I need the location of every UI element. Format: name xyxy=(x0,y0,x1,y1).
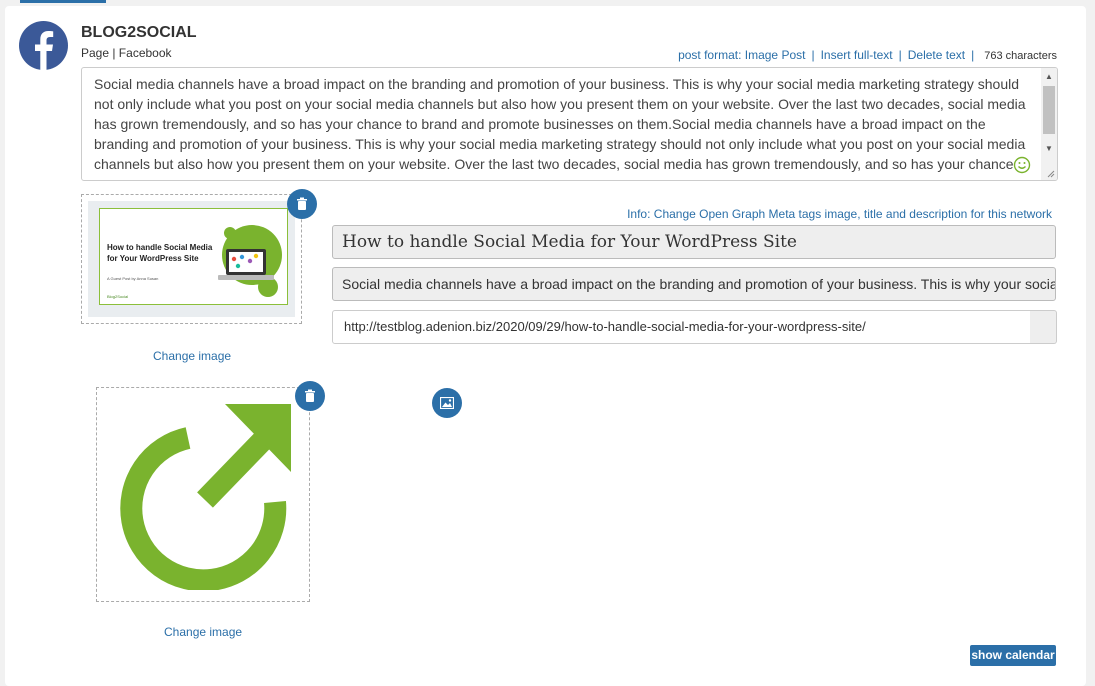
thumbnail-byline: A Guest Post by Anna Susan xyxy=(107,276,159,281)
separator: | xyxy=(971,48,975,62)
post-image-frame xyxy=(96,387,310,602)
post-format-link[interactable]: post format: Image Post xyxy=(678,48,805,62)
separator: | xyxy=(811,48,815,62)
post-text-area[interactable]: Social media channels have a broad impac… xyxy=(81,67,1058,181)
thumbnail-title: How to handle Social Media for Your Word… xyxy=(107,243,213,263)
change-image-link[interactable]: Change image xyxy=(164,625,242,639)
og-title-field[interactable]: How to handle Social Media for Your Word… xyxy=(332,225,1056,259)
active-tab-indicator xyxy=(20,0,106,3)
og-url-field[interactable]: http://testblog.adenion.biz/2020/09/29/h… xyxy=(332,310,1042,344)
network-subtitle: Page | Facebook xyxy=(81,46,172,60)
post-text[interactable]: Social media channels have a broad impac… xyxy=(94,74,1029,174)
laptop-illustration-icon xyxy=(218,225,282,297)
facebook-icon xyxy=(19,21,68,70)
trash-icon xyxy=(297,197,307,210)
delete-image-button[interactable] xyxy=(295,381,325,411)
thumbnail-logo: Blog2Social xyxy=(107,294,129,299)
network-name: BLOG2SOCIAL xyxy=(81,24,197,41)
scroll-down-arrow-icon[interactable]: ▼ xyxy=(1041,142,1057,156)
add-image-button[interactable] xyxy=(432,388,462,418)
text-scrollbar[interactable]: ▲ ▼ xyxy=(1041,68,1057,180)
delete-image-button[interactable] xyxy=(287,189,317,219)
image-icon xyxy=(440,397,454,409)
resize-grip-icon[interactable] xyxy=(1045,168,1055,178)
og-info-link[interactable]: Info: Change Open Graph Meta tags image,… xyxy=(627,207,1052,221)
change-image-link[interactable]: Change image xyxy=(153,349,231,363)
scroll-thumb[interactable] xyxy=(1043,86,1055,134)
delete-text-link[interactable]: Delete text xyxy=(908,48,965,62)
url-field-addon[interactable] xyxy=(1030,310,1057,344)
og-description-field[interactable]: Social media channels have a broad impac… xyxy=(332,267,1056,301)
thumbnail-card: How to handle Social Media for Your Word… xyxy=(99,208,288,305)
separator: | xyxy=(898,48,902,62)
show-calendar-button[interactable]: show calendar xyxy=(970,645,1056,666)
trash-icon xyxy=(305,389,315,402)
insert-full-text-link[interactable]: Insert full-text xyxy=(821,48,893,62)
og-image-frame: How to handle Social Media for Your Word… xyxy=(81,194,302,324)
share-arrow-icon xyxy=(120,404,291,590)
character-count: 763 characters xyxy=(984,50,1057,62)
scroll-up-arrow-icon[interactable]: ▲ xyxy=(1041,70,1057,84)
post-actions-bar: post format: Image Post | Insert full-text… xyxy=(678,48,1057,62)
og-image-thumbnail: How to handle Social Media for Your Word… xyxy=(88,201,295,317)
emoji-icon[interactable] xyxy=(1013,156,1031,174)
